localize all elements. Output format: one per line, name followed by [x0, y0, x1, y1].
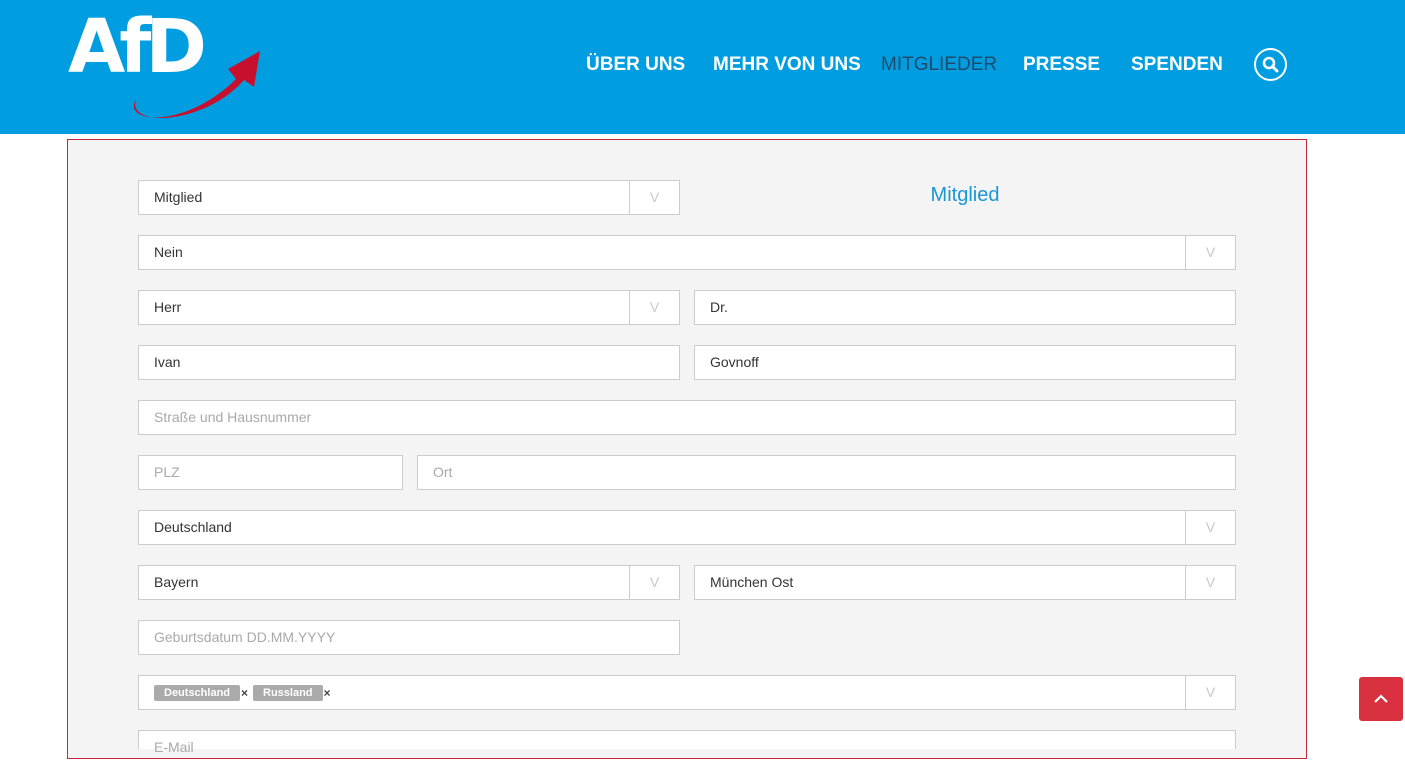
remove-tag-icon[interactable]: × — [241, 685, 253, 701]
street-field[interactable]: Straße und Hausnummer — [138, 400, 1236, 435]
nav-presse[interactable]: PRESSE — [1023, 52, 1100, 78]
chevron-down-icon[interactable]: V — [1185, 511, 1235, 544]
salutation-value: Herr — [154, 299, 182, 315]
search-icon — [1262, 56, 1279, 73]
chevron-down-icon[interactable]: V — [1185, 236, 1235, 269]
district-select[interactable]: München Ost V — [694, 565, 1236, 600]
first-name-field[interactable]: Ivan — [138, 345, 680, 380]
state-value: Bayern — [154, 574, 199, 590]
zip-field[interactable]: PLZ — [138, 455, 403, 490]
title-field[interactable]: Dr. — [694, 290, 1236, 325]
previously-member-select[interactable]: Nein V — [138, 235, 1236, 270]
salutation-select[interactable]: Herr V — [138, 290, 680, 325]
last-name-field[interactable]: Govnoff — [694, 345, 1236, 380]
country-value: Deutschland — [154, 519, 232, 535]
birthdate-placeholder: Geburtsdatum DD.MM.YYYY — [154, 629, 336, 645]
first-name-value: Ivan — [154, 354, 181, 370]
chevron-down-icon[interactable]: V — [1185, 566, 1235, 599]
chevron-down-icon[interactable]: V — [1185, 676, 1235, 709]
membership-type-value: Mitglied — [154, 189, 203, 205]
membership-form — [67, 139, 1307, 759]
title-value: Dr. — [710, 299, 728, 315]
citizenship-multiselect[interactable]: Deutschland × Russland × V — [138, 675, 1236, 710]
city-field[interactable]: Ort — [417, 455, 1236, 490]
state-select[interactable]: Bayern V — [138, 565, 680, 600]
email-field[interactable]: E-Mail — [138, 730, 1236, 755]
email-placeholder: E-Mail — [154, 739, 194, 755]
logo-wordmark: AfD — [68, 4, 203, 90]
back-to-top-button[interactable] — [1359, 677, 1403, 721]
zip-placeholder: PLZ — [154, 464, 180, 480]
birthdate-field[interactable]: Geburtsdatum DD.MM.YYYY — [138, 620, 680, 655]
city-placeholder: Ort — [433, 464, 453, 480]
nav-ueber-uns[interactable]: ÜBER UNS — [586, 52, 685, 78]
street-placeholder: Straße und Hausnummer — [154, 409, 312, 425]
citizenship-tag: Deutschland × — [154, 685, 248, 701]
afd-logo[interactable]: AfD — [66, 4, 266, 126]
nav-mitglieder[interactable]: MITGLIEDER — [881, 52, 997, 78]
citizenship-tag-label: Deutschland — [164, 687, 231, 699]
nav-spenden[interactable]: SPENDEN — [1131, 52, 1223, 78]
district-value: München Ost — [710, 574, 794, 590]
site-header: AfD ÜBER UNS MEHR VON UNS MITGLIEDER PRE… — [0, 0, 1405, 134]
search-button[interactable] — [1254, 48, 1287, 81]
section-title: Mitglied — [930, 184, 1000, 206]
membership-type-select[interactable]: Mitglied V — [138, 180, 680, 215]
chevron-down-icon[interactable]: V — [629, 291, 679, 324]
country-select[interactable]: Deutschland V — [138, 510, 1236, 545]
last-name-value: Govnoff — [710, 354, 759, 370]
logo-swoosh-icon: AfD — [68, 4, 260, 118]
nav-mehr-von-uns[interactable]: MEHR VON UNS — [713, 52, 861, 78]
remove-tag-icon[interactable]: × — [324, 685, 336, 701]
chevron-up-icon — [1374, 694, 1388, 703]
citizenship-tag: Russland × — [253, 685, 331, 701]
citizenship-tag-label: Russland — [263, 687, 313, 699]
previously-member-value: Nein — [154, 244, 183, 260]
chevron-down-icon[interactable]: V — [629, 566, 679, 599]
chevron-down-icon[interactable]: V — [629, 181, 679, 214]
